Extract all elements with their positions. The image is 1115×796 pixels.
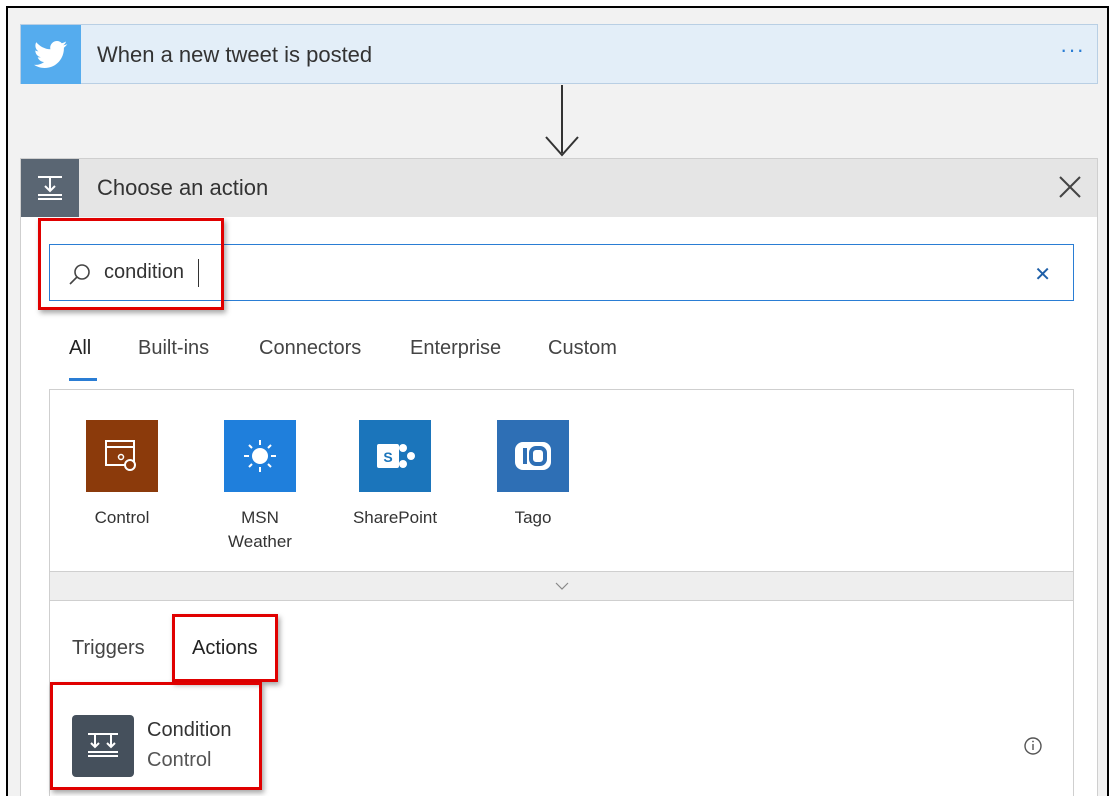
tab-connectors[interactable]: Connectors [259,337,361,360]
tab-triggers[interactable]: Triggers [72,637,145,660]
clear-search-button[interactable]: ✕ [1034,262,1051,287]
trigger-title: When a new tweet is posted [97,42,373,67]
connector-label: Control [94,508,150,527]
connector-sharepoint[interactable]: S SharePoint [335,420,455,530]
panel-title: Choose an action [97,175,269,200]
sharepoint-icon: S [359,420,431,492]
connector-grid: Control MSN Weather S SharePoint Tago [49,389,1074,601]
chevron-down-icon [555,582,568,590]
active-tab-indicator [69,378,97,381]
expand-connectors-button[interactable] [49,571,1074,601]
tab-custom[interactable]: Custom [548,337,617,360]
arrow-down-icon [545,85,579,157]
connector-tago[interactable]: Tago [473,420,593,530]
more-options-button[interactable]: ··· [1060,37,1085,63]
panel-header: Choose an action [21,159,1097,217]
tab-enterprise[interactable]: Enterprise [410,337,501,360]
trigger-card[interactable]: When a new tweet is posted ··· [20,24,1098,84]
twitter-bird-icon [21,25,81,84]
highlight-search [38,218,224,310]
tab-all[interactable]: All [69,337,91,360]
connector-label: SharePoint [352,508,438,527]
action-icon [21,159,79,217]
control-icon [86,420,158,492]
tab-built-ins[interactable]: Built-ins [138,337,209,360]
highlight-actions-tab [172,614,278,682]
connector-control[interactable]: Control [62,420,182,530]
connector-msn-weather[interactable]: MSN Weather [200,420,320,554]
close-icon[interactable] [1057,174,1083,200]
tago-icon [497,420,569,492]
svg-text:S: S [383,449,392,465]
connector-label: Tago [514,508,552,527]
sun-icon [224,420,296,492]
connector-label: MSN Weather [228,508,292,551]
highlight-condition-result [50,682,262,790]
info-icon[interactable] [1022,735,1044,757]
